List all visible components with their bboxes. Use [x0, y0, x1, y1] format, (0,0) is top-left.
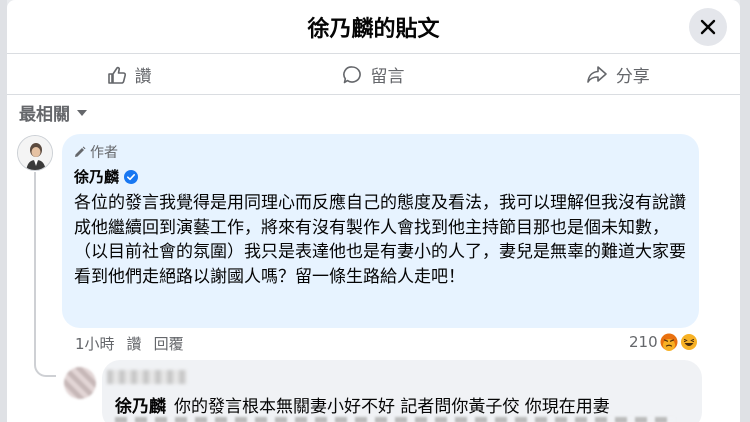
reply-text-clipped	[115, 417, 675, 422]
reply-text: 徐乃麟 你的發言根本無關妻小好不好 記者問你黃子佼 你現在用妻	[115, 392, 610, 417]
reply-author-blurred	[107, 370, 187, 384]
comment-label: 留言	[370, 67, 405, 87]
reply-content: 你的發言根本無關妻小好不好 記者問你黃子佼 你現在用妻	[174, 397, 610, 417]
comment-author[interactable]: 徐乃麟	[74, 166, 687, 187]
like-button[interactable]: 讚	[7, 55, 251, 94]
pencil-icon	[75, 146, 86, 157]
comment-like-button[interactable]: 讚	[127, 333, 142, 354]
comment-icon	[343, 65, 362, 83]
share-icon	[587, 65, 607, 83]
reply-thread-line	[34, 172, 56, 377]
share-button[interactable]: 分享	[496, 55, 740, 94]
avatar[interactable]	[17, 135, 53, 171]
haha-reaction-icon	[679, 333, 698, 351]
reaction-count: 210	[629, 333, 658, 351]
share-label: 分享	[615, 67, 650, 87]
close-icon	[700, 19, 716, 35]
comment-time[interactable]: 1小時	[75, 333, 115, 354]
sort-dropdown[interactable]: 最相關	[19, 100, 88, 125]
author-badge: 作者	[74, 142, 687, 162]
reply-avatar[interactable]	[64, 367, 96, 399]
comment-bubble: 作者 徐乃麟 各位的發言我覺得是用同理心而反應自己的態度及看法，我可以理解但我沒…	[62, 134, 699, 328]
sort-label: 最相關	[19, 105, 70, 125]
comment-text: 各位的發言我覺得是用同理心而反應自己的態度及看法，我可以理解但我沒有說讚成他繼續…	[74, 193, 686, 287]
angry-reaction-icon	[660, 333, 678, 351]
dialog-header: 徐乃麟的貼文	[7, 0, 740, 54]
author-tag-label: 作者	[90, 145, 118, 161]
author-name: 徐乃麟	[74, 168, 120, 186]
verified-icon	[124, 169, 139, 184]
caret-down-icon	[77, 109, 87, 116]
like-label: 讚	[134, 67, 152, 87]
like-icon	[107, 66, 126, 84]
comment-reply-button[interactable]: 回覆	[154, 333, 184, 354]
reaction-summary[interactable]: 210	[629, 333, 698, 351]
dialog-title: 徐乃麟的貼文	[307, 17, 440, 42]
post-dialog: 徐乃麟的貼文 讚 留言 分享 最相關 作者 徐乃麟 各位的發言我覺得是用同理心而…	[7, 0, 740, 422]
background-right	[740, 0, 750, 422]
close-button[interactable]	[689, 8, 727, 46]
avatar-image	[18, 136, 52, 170]
post-actions: 讚 留言 分享	[7, 55, 740, 95]
comment-meta: 1小時 讚 回覆	[75, 333, 184, 354]
reply-mention[interactable]: 徐乃麟	[115, 397, 166, 417]
comment-button[interactable]: 留言	[251, 55, 495, 94]
background-left	[0, 0, 7, 422]
